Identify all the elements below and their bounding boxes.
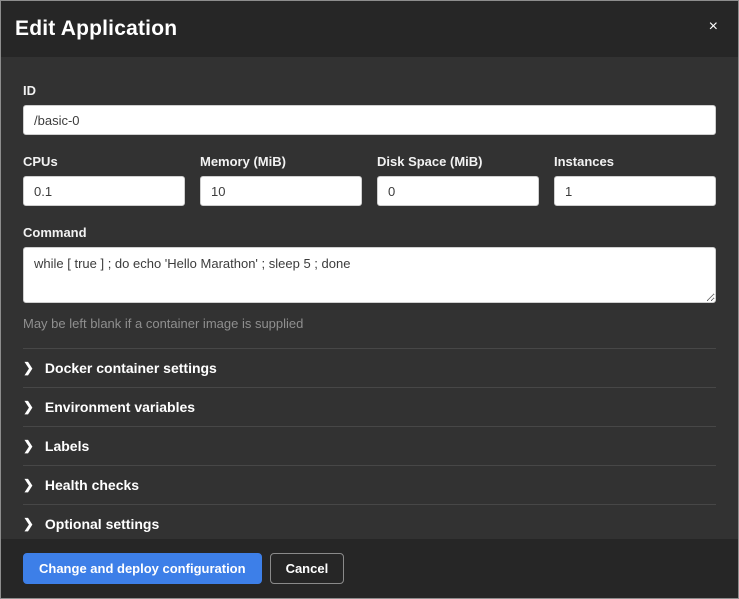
chevron-right-icon: ❯ (23, 361, 34, 374)
chevron-right-icon: ❯ (23, 400, 34, 413)
page-title: Edit Application (15, 17, 177, 41)
memory-input[interactable] (200, 176, 362, 206)
section-optional-settings[interactable]: ❯ Optional settings (23, 504, 716, 539)
section-label: Environment variables (45, 399, 195, 415)
section-label: Optional settings (45, 516, 159, 532)
chevron-right-icon: ❯ (23, 439, 34, 452)
modal-footer: Change and deploy configuration Cancel (1, 539, 738, 598)
cpus-field: CPUs (23, 154, 185, 206)
cancel-button[interactable]: Cancel (270, 553, 345, 584)
command-help-text: May be left blank if a container image i… (23, 316, 716, 331)
command-field: Command while [ true ] ; do echo 'Hello … (23, 225, 716, 331)
cpus-label: CPUs (23, 154, 185, 169)
change-and-deploy-button[interactable]: Change and deploy configuration (23, 553, 262, 584)
section-health-checks[interactable]: ❯ Health checks (23, 465, 716, 504)
section-environment-variables[interactable]: ❯ Environment variables (23, 387, 716, 426)
instances-input[interactable] (554, 176, 716, 206)
memory-field: Memory (MiB) (200, 154, 362, 206)
command-label: Command (23, 225, 716, 240)
id-label: ID (23, 83, 716, 98)
disk-space-input[interactable] (377, 176, 539, 206)
section-label: Labels (45, 438, 89, 454)
id-input[interactable] (23, 105, 716, 135)
chevron-right-icon: ❯ (23, 478, 34, 491)
disk-space-field: Disk Space (MiB) (377, 154, 539, 206)
cpus-input[interactable] (23, 176, 185, 206)
modal-body: ID CPUs Memory (MiB) Disk Space (MiB) In… (1, 57, 738, 539)
resources-row: CPUs Memory (MiB) Disk Space (MiB) Insta… (23, 154, 716, 206)
modal-header: Edit Application × (1, 1, 738, 57)
section-label: Docker container settings (45, 360, 217, 376)
section-docker-container-settings[interactable]: ❯ Docker container settings (23, 348, 716, 387)
disk-space-label: Disk Space (MiB) (377, 154, 539, 169)
memory-label: Memory (MiB) (200, 154, 362, 169)
command-textarea[interactable]: while [ true ] ; do echo 'Hello Marathon… (23, 247, 716, 303)
close-icon[interactable]: × (705, 17, 722, 37)
collapsible-sections: ❯ Docker container settings ❯ Environmen… (23, 348, 716, 539)
section-labels[interactable]: ❯ Labels (23, 426, 716, 465)
edit-application-modal: Edit Application × ID CPUs Memory (MiB) … (0, 0, 739, 599)
instances-label: Instances (554, 154, 716, 169)
id-field: ID (23, 83, 716, 135)
instances-field: Instances (554, 154, 716, 206)
section-label: Health checks (45, 477, 139, 493)
chevron-right-icon: ❯ (23, 517, 34, 530)
